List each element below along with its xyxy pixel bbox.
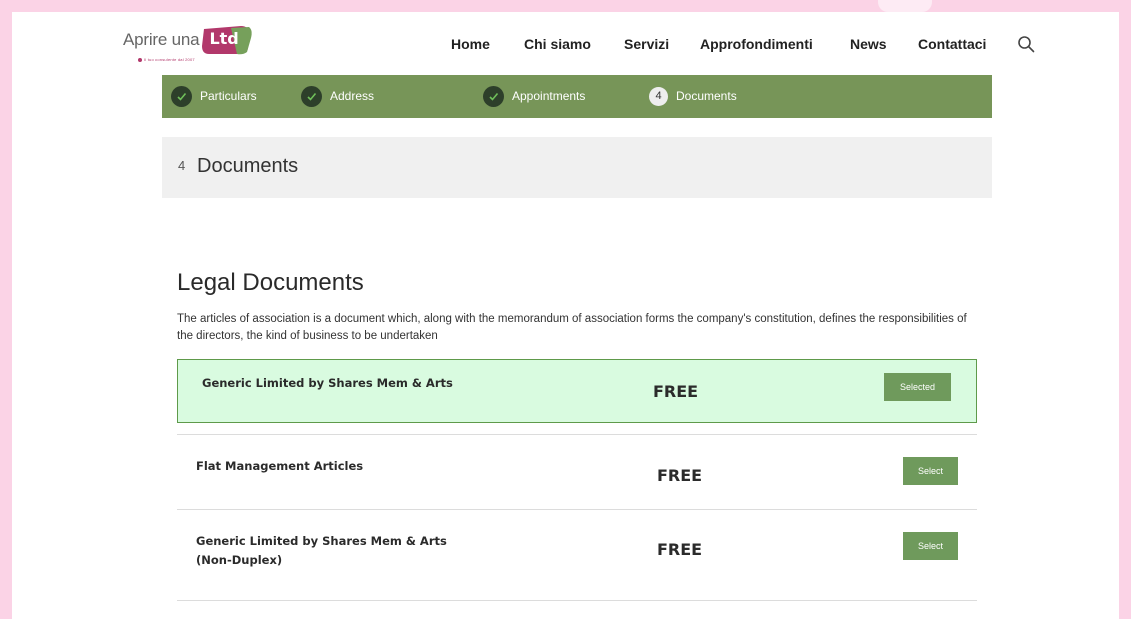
page-frame: Aprire una Ltd Il tuo consulente dal 200… xyxy=(12,12,1119,619)
section-title: Documents xyxy=(197,155,299,177)
step-appointments[interactable]: Appointments xyxy=(483,85,585,107)
main-nav: Home Chi siamo Servizi Approfondimenti N… xyxy=(12,34,1119,54)
document-name: Generic Limited by Shares Mem & Arts (No… xyxy=(196,532,447,570)
nav-approfondimenti[interactable]: Approfondimenti xyxy=(700,34,813,54)
logo-tagline: Il tuo consulente dal 2007 xyxy=(138,57,195,62)
row-divider xyxy=(177,600,977,601)
step-particulars[interactable]: Particulars xyxy=(171,85,257,107)
document-price: FREE xyxy=(653,382,699,401)
selected-button[interactable]: Selected xyxy=(884,373,951,401)
logo-tagline-text: Il tuo consulente dal 2007 xyxy=(144,57,195,62)
document-name-line2: (Non-Duplex) xyxy=(196,553,283,567)
document-row[interactable]: Flat Management Articles FREE Select xyxy=(177,435,977,509)
legal-documents-title: Legal Documents xyxy=(177,269,364,296)
check-icon xyxy=(171,85,192,107)
check-icon xyxy=(483,85,504,107)
select-button[interactable]: Select xyxy=(903,457,958,485)
logo-tagline-dot xyxy=(138,57,142,62)
document-name-line1: Generic Limited by Shares Mem & Arts xyxy=(196,534,447,548)
step-label: Particulars xyxy=(200,89,257,103)
step-address[interactable]: Address xyxy=(301,85,374,107)
document-name: Generic Limited by Shares Mem & Arts xyxy=(202,376,453,390)
step-label: Appointments xyxy=(512,89,586,103)
step-label: Address xyxy=(330,89,375,103)
step-number: 4 xyxy=(649,86,668,106)
background-decoration xyxy=(878,0,932,12)
section-header: 4 Documents xyxy=(162,137,992,198)
nav-servizi[interactable]: Servizi xyxy=(624,34,669,54)
legal-documents-description: The articles of association is a documen… xyxy=(177,313,967,342)
nav-chi-siamo[interactable]: Chi siamo xyxy=(524,34,591,54)
site-header: Aprire una Ltd Il tuo consulente dal 200… xyxy=(12,12,1119,76)
step-documents[interactable]: 4 Documents xyxy=(649,85,737,107)
document-row-selected[interactable]: Generic Limited by Shares Mem & Arts FRE… xyxy=(177,359,977,423)
document-price: FREE xyxy=(657,466,703,485)
nav-news[interactable]: News xyxy=(850,34,887,54)
nav-home[interactable]: Home xyxy=(451,34,490,54)
search-icon[interactable] xyxy=(1017,35,1035,53)
document-price: FREE xyxy=(657,540,703,559)
nav-contattaci[interactable]: Contattaci xyxy=(918,34,986,54)
step-label: Documents xyxy=(676,89,737,103)
progress-steps-bar: Particulars Address Appointments 4 Docum… xyxy=(162,75,992,118)
document-name: Flat Management Articles xyxy=(196,459,364,473)
check-icon xyxy=(301,85,322,107)
section-number: 4 xyxy=(178,158,186,173)
document-row[interactable]: Generic Limited by Shares Mem & Arts (No… xyxy=(177,510,977,600)
select-button[interactable]: Select xyxy=(903,532,958,560)
